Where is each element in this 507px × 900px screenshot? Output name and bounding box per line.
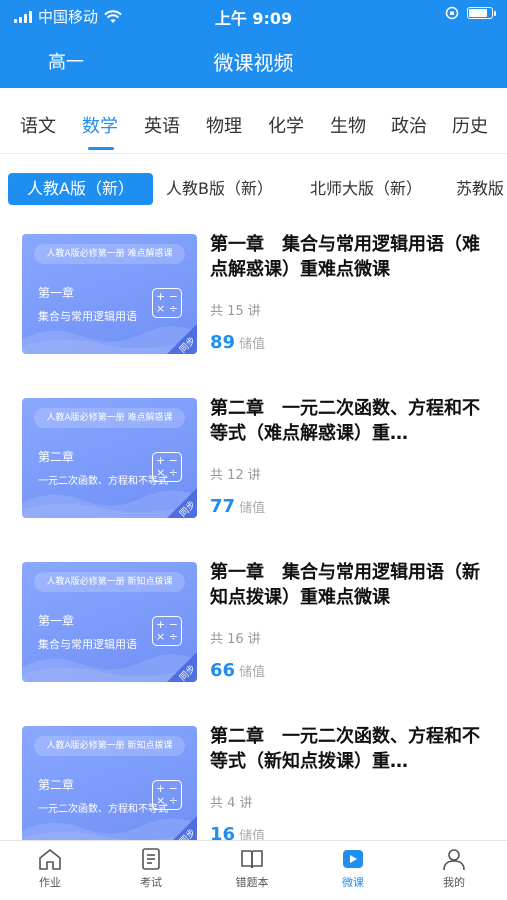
course-thumbnail: 人教A版必修第一册 新知点拨课 第二章 一元二次函数、方程和不等式 + − × ÷… [22,726,197,840]
tab-label: 我的 [443,876,465,889]
subject-tabs: 语文 数学 英语 物理 化学 生物 政治 历史 [0,88,507,154]
home-icon [39,849,61,870]
bottom-tab-bar: 作业 考试 错题本 微课 我的 [0,840,507,900]
course-list: 人教A版必修第一册 难点解惑课 第一章 集合与常用逻辑用语 + − × ÷ 同步 … [0,220,507,840]
status-right [445,6,496,20]
tab-chinese[interactable]: 语文 [20,112,56,138]
course-price: 66 储值 [210,660,265,681]
tab-label: 错题本 [235,876,269,889]
tab-physics[interactable]: 物理 [206,112,242,138]
orientation-lock-icon [445,6,459,20]
course-title: 第二章 一元二次函数、方程和不等式（难点解惑课）重… [210,398,480,444]
tab-label: 微课 [342,876,364,889]
price-value: 89 [210,332,236,353]
thumb-chapter: 第一章 [38,286,75,300]
lesson-count: 共 16 讲 [210,632,261,647]
course-card[interactable]: 人教A版必修第一册 难点解惑课 第二章 一元二次函数、方程和不等式 + − × ÷… [0,384,507,534]
course-thumbnail: 人教A版必修第一册 难点解惑课 第一章 集合与常用逻辑用语 + − × ÷ 同步 [22,234,197,354]
nav-bar: 高一 微课视频 [0,40,507,80]
course-price: 16 储值 [210,824,265,840]
tab-chemistry[interactable]: 化学 [268,112,304,138]
price-value: 66 [210,660,236,681]
tab-label: 考试 [140,876,162,889]
video-icon [343,850,363,868]
edition-beishida[interactable]: 北师大版（新） [310,173,422,205]
status-bar: 中国移动 上午 9:09 [0,0,507,30]
thumb-header: 人教A版必修第一册 新知点拨课 [34,572,185,592]
page-title: 微课视频 [213,51,294,75]
tab-homework[interactable]: 作业 [10,847,90,890]
course-thumbnail: 人教A版必修第一册 新知点拨课 第一章 集合与常用逻辑用语 + − × ÷ 同步 [22,562,197,682]
edition-renjiao-a[interactable]: 人教A版（新） [8,173,153,205]
course-card[interactable]: 人教A版必修第一册 新知点拨课 第二章 一元二次函数、方程和不等式 + − × ÷… [0,712,507,840]
tab-biology[interactable]: 生物 [330,112,366,138]
course-card[interactable]: 人教A版必修第一册 难点解惑课 第一章 集合与常用逻辑用语 + − × ÷ 同步 … [0,220,507,370]
tab-exam[interactable]: 考试 [111,847,191,890]
course-title: 第一章 集合与常用逻辑用语（难点解惑课）重难点微课 [210,234,480,280]
thumb-chapter: 第一章 [38,614,75,628]
lesson-count: 共 15 讲 [210,304,261,319]
thumb-chapter: 第二章 [38,450,75,464]
edition-sujiao[interactable]: 苏教版 [456,173,504,205]
book-icon [241,850,263,869]
edition-tabs: 人教A版（新） 人教B版（新） 北师大版（新） 苏教版 [0,170,507,208]
status-time: 上午 9:09 [214,9,293,28]
price-unit: 储值 [239,829,266,840]
tab-politics[interactable]: 政治 [391,112,427,138]
lesson-count: 共 4 讲 [210,796,253,811]
exam-icon [142,848,160,870]
course-card[interactable]: 人教A版必修第一册 新知点拨课 第一章 集合与常用逻辑用语 + − × ÷ 同步 … [0,548,507,698]
course-title: 第一章 集合与常用逻辑用语（新知点拨课）重难点微课 [210,562,480,608]
tab-history[interactable]: 历史 [452,112,488,138]
edition-renjiao-b[interactable]: 人教B版（新） [166,173,273,205]
lesson-count: 共 12 讲 [210,468,261,483]
thumb-header: 人教A版必修第一册 难点解惑课 [34,408,185,428]
course-price: 89 储值 [210,332,265,353]
tab-profile[interactable]: 我的 [414,847,494,890]
course-price: 77 储值 [210,496,265,517]
tab-mistake-book[interactable]: 错题本 [212,847,292,890]
course-thumbnail: 人教A版必修第一册 难点解惑课 第二章 一元二次函数、方程和不等式 + − × ÷… [22,398,197,518]
thumb-header: 人教A版必修第一册 难点解惑课 [34,244,185,264]
price-value: 16 [210,824,236,840]
price-unit: 储值 [239,337,266,352]
tab-micro-course[interactable]: 微课 [313,847,393,890]
price-unit: 储值 [239,665,266,680]
thumb-chapter: 第二章 [38,778,75,792]
tab-label: 作业 [39,876,61,889]
thumb-header: 人教A版必修第一册 新知点拨课 [34,736,185,756]
user-icon [443,849,465,871]
price-value: 77 [210,496,236,517]
course-title: 第二章 一元二次函数、方程和不等式（新知点拨课）重… [210,726,480,772]
tab-math[interactable]: 数学 [82,112,118,138]
price-unit: 储值 [239,501,266,516]
app-header: 中国移动 上午 9:09 高一 微课视频 [0,0,507,88]
battery-icon [467,7,496,19]
tab-english[interactable]: 英语 [144,112,180,138]
active-subject-indicator [88,147,114,150]
